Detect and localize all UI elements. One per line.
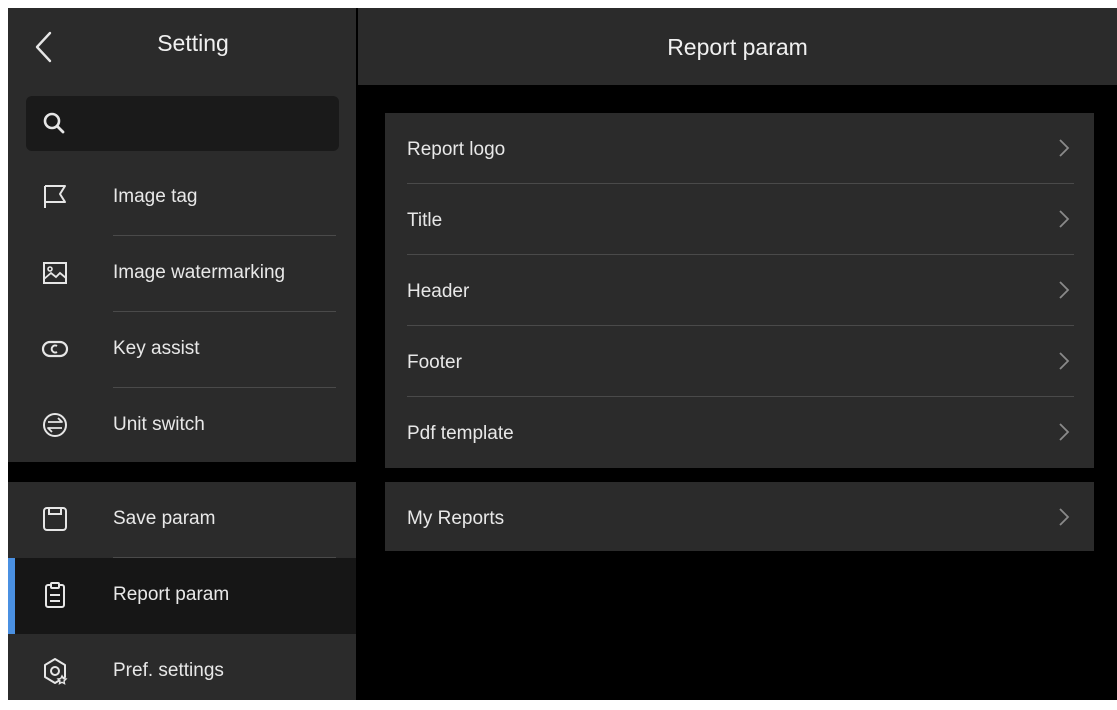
- sidebar-item-label: Pref. settings: [113, 660, 224, 681]
- row-my-reports[interactable]: My Reports: [385, 482, 1094, 553]
- row-label: Footer: [407, 352, 462, 373]
- sidebar-item-label: Image tag: [113, 186, 198, 207]
- sidebar-item-pref-settings[interactable]: Pref. settings: [8, 634, 356, 710]
- image-icon: [43, 262, 67, 284]
- chevron-right-icon: [1059, 423, 1070, 441]
- row-footer[interactable]: Footer: [385, 326, 1094, 397]
- content-header: Report param: [358, 8, 1117, 85]
- sidebar-item-label: Key assist: [113, 338, 200, 359]
- sidebar-item-label: Report param: [113, 584, 230, 605]
- active-indicator: [8, 558, 15, 634]
- sidebar-item-label: Unit switch: [113, 414, 205, 435]
- sidebar-item-image-tag[interactable]: Image tag: [8, 160, 356, 236]
- row-label: Title: [407, 210, 443, 231]
- sidebar-item-save-param[interactable]: Save param: [8, 482, 356, 558]
- row-label: My Reports: [407, 508, 505, 529]
- screen: Setting Image tag Image watermarking Key…: [8, 8, 1117, 700]
- sidebar-item-key-assist[interactable]: Key assist: [8, 312, 356, 388]
- sidebar-item-label: Image watermarking: [113, 262, 286, 283]
- search-icon: [43, 112, 65, 134]
- row-label: Report logo: [407, 139, 506, 160]
- row-pdf-template[interactable]: Pdf template: [385, 397, 1094, 468]
- row-report-logo[interactable]: Report logo: [385, 113, 1094, 184]
- panel-divider: [356, 8, 358, 700]
- report-options-card: Report logo Title Header Footer Pdf temp…: [385, 113, 1094, 468]
- settings-sidebar: Setting Image tag Image watermarking Key…: [8, 8, 356, 700]
- save-icon: [43, 507, 67, 531]
- sidebar-item-image-watermarking[interactable]: Image watermarking: [8, 236, 356, 312]
- sidebar-item-unit-switch[interactable]: Unit switch: [8, 388, 356, 464]
- search-input[interactable]: [26, 96, 339, 151]
- chevron-right-icon: [1059, 281, 1070, 299]
- row-header[interactable]: Header: [385, 255, 1094, 326]
- chevron-right-icon: [1059, 352, 1070, 370]
- my-reports-card: My Reports: [385, 482, 1094, 551]
- swap-icon: [43, 413, 67, 437]
- page-title: Report param: [667, 34, 808, 60]
- chevron-right-icon: [1059, 210, 1070, 228]
- settings-group-1: Image tag Image watermarking Key assist: [8, 85, 356, 462]
- back-arrow-icon[interactable]: [32, 30, 56, 64]
- sidebar-item-label: Save param: [113, 508, 216, 529]
- sidebar-item-report-param[interactable]: Report param: [8, 558, 356, 634]
- sidebar-title: Setting: [157, 30, 229, 56]
- flag-icon: [44, 185, 66, 208]
- row-label: Pdf template: [407, 423, 514, 444]
- key-icon: [41, 340, 69, 358]
- sidebar-header: Setting: [8, 8, 356, 85]
- settings-group-2: Save param Report param Pref. settings: [8, 482, 356, 700]
- clipboard-icon: [45, 582, 65, 608]
- chevron-right-icon: [1059, 508, 1070, 526]
- chevron-right-icon: [1059, 139, 1070, 157]
- row-title[interactable]: Title: [385, 184, 1094, 255]
- gear-star-icon: [44, 658, 68, 685]
- row-label: Header: [407, 281, 470, 302]
